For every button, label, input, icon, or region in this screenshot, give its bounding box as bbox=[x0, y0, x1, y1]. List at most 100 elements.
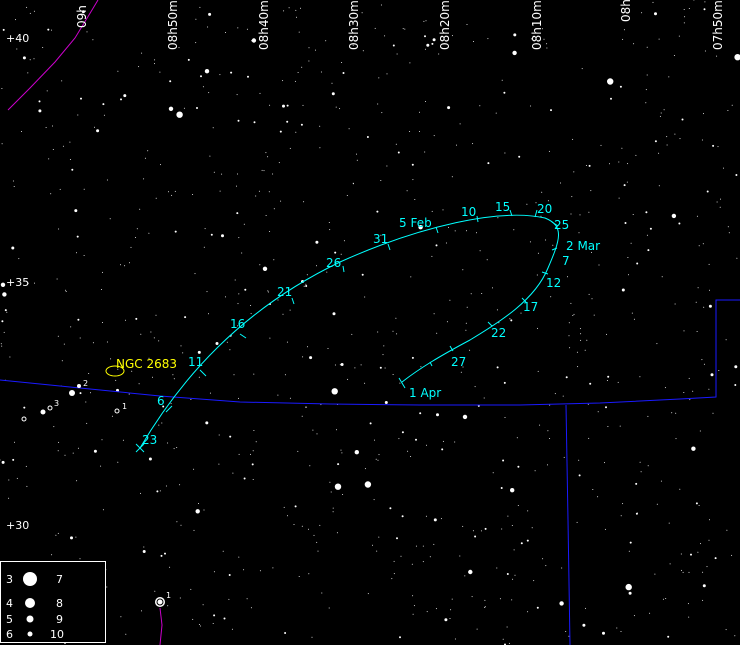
star bbox=[280, 200, 282, 202]
star bbox=[656, 343, 658, 345]
star bbox=[518, 155, 521, 158]
star bbox=[582, 623, 586, 627]
star bbox=[287, 515, 288, 517]
star bbox=[466, 230, 467, 232]
star bbox=[193, 468, 195, 470]
star bbox=[681, 118, 684, 121]
star bbox=[148, 457, 152, 461]
star bbox=[187, 58, 190, 61]
path-date-label: 26 bbox=[326, 256, 341, 270]
star bbox=[144, 157, 146, 159]
star bbox=[158, 340, 160, 342]
star bbox=[619, 85, 622, 88]
path-date-label: 5 Feb bbox=[399, 216, 432, 230]
star bbox=[347, 378, 349, 380]
star bbox=[539, 424, 541, 426]
star bbox=[598, 264, 600, 266]
star bbox=[176, 521, 178, 523]
star bbox=[1, 345, 3, 347]
star bbox=[253, 121, 256, 124]
star bbox=[728, 232, 730, 234]
star bbox=[316, 265, 317, 267]
star bbox=[102, 103, 105, 106]
star bbox=[184, 316, 187, 319]
star bbox=[415, 438, 417, 441]
star bbox=[703, 306, 705, 308]
star bbox=[52, 125, 53, 127]
star bbox=[154, 59, 156, 61]
star bbox=[331, 82, 333, 84]
star bbox=[326, 271, 328, 273]
star bbox=[716, 55, 718, 57]
star bbox=[230, 71, 233, 74]
star bbox=[210, 233, 213, 236]
star bbox=[563, 456, 565, 458]
star-double bbox=[21, 416, 27, 422]
star bbox=[77, 384, 81, 388]
star bbox=[115, 379, 117, 381]
star bbox=[85, 401, 87, 403]
star bbox=[607, 375, 610, 378]
star bbox=[569, 347, 571, 349]
star bbox=[459, 555, 461, 557]
star bbox=[192, 194, 194, 195]
star bbox=[562, 395, 564, 397]
star bbox=[560, 182, 561, 184]
star bbox=[422, 545, 424, 547]
star bbox=[468, 569, 473, 575]
star bbox=[392, 44, 395, 47]
star bbox=[431, 255, 433, 257]
star bbox=[506, 573, 509, 575]
star bbox=[142, 550, 146, 553]
star bbox=[337, 463, 340, 466]
star bbox=[76, 235, 79, 238]
star bbox=[86, 422, 88, 424]
star bbox=[717, 146, 719, 148]
star bbox=[179, 597, 181, 599]
star bbox=[409, 131, 411, 132]
star bbox=[21, 131, 22, 132]
star bbox=[573, 171, 575, 173]
star bbox=[559, 601, 564, 606]
star bbox=[660, 112, 662, 114]
star bbox=[202, 604, 204, 606]
star bbox=[702, 243, 704, 245]
star bbox=[671, 213, 677, 219]
path-date-label: 21 bbox=[277, 285, 292, 299]
star bbox=[620, 631, 622, 632]
star bbox=[212, 623, 214, 624]
star bbox=[633, 43, 635, 45]
star bbox=[661, 276, 663, 278]
star bbox=[395, 317, 397, 319]
star bbox=[90, 392, 91, 394]
star bbox=[487, 162, 490, 165]
star bbox=[293, 524, 295, 525]
sky-background bbox=[0, 0, 740, 645]
star bbox=[117, 70, 119, 72]
star bbox=[702, 571, 704, 573]
star bbox=[706, 566, 708, 568]
star bbox=[572, 138, 574, 140]
star bbox=[632, 214, 634, 215]
star bbox=[509, 318, 511, 320]
star bbox=[712, 412, 714, 414]
star bbox=[147, 150, 149, 152]
star bbox=[375, 458, 377, 460]
star bbox=[658, 185, 660, 187]
star bbox=[510, 488, 515, 493]
star bbox=[109, 218, 111, 220]
star bbox=[662, 598, 664, 600]
star bbox=[451, 598, 453, 600]
star bbox=[182, 352, 184, 354]
star bbox=[442, 209, 444, 211]
star bbox=[141, 52, 143, 54]
star bbox=[527, 510, 529, 512]
star bbox=[283, 10, 285, 12]
star bbox=[665, 598, 667, 599]
star bbox=[545, 565, 547, 567]
star bbox=[379, 366, 382, 369]
star bbox=[76, 480, 78, 482]
star bbox=[197, 350, 201, 354]
star bbox=[168, 191, 169, 193]
star bbox=[470, 293, 472, 295]
